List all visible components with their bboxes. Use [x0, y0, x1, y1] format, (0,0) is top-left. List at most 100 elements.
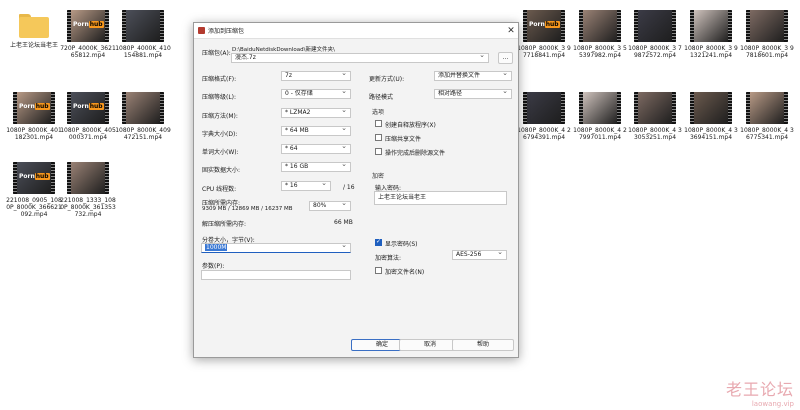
- video-file[interactable]: 1080P_8000K_4 33694151.mp4: [683, 92, 739, 141]
- video-thumbnail-icon: [634, 10, 676, 42]
- file-name: 1080P_8000K_4 36775341.mp4: [740, 127, 794, 141]
- video-file[interactable]: Pornhub 1080P_8000K_405000371.mp4: [60, 92, 116, 141]
- pathmode-select[interactable]: 相对路径: [434, 89, 512, 99]
- show-password-checkbox[interactable]: [375, 238, 382, 246]
- site-logo-icon: Pornhub: [73, 21, 104, 28]
- file-name: 1080P_8000K_405000371.mp4: [60, 127, 116, 141]
- video-thumbnail-icon: Pornhub: [13, 162, 55, 194]
- method-select[interactable]: * LZMA2: [281, 108, 351, 118]
- video-file[interactable]: Pornhub 221008_0905_1080P_8000K_366621092…: [6, 162, 62, 218]
- file-name: 1080P_8000K_3 97818601.mp4: [740, 45, 794, 59]
- mem-detail: 9309 MB / 12869 MB / 16237 MB: [202, 206, 293, 212]
- solid-label: 固实数据大小:: [202, 167, 241, 174]
- close-icon[interactable]: ✕: [504, 26, 518, 36]
- shared-checkbox[interactable]: [375, 134, 382, 141]
- cpu-max: / 16: [343, 184, 355, 191]
- 7zip-app-icon: [198, 27, 205, 34]
- site-logo-icon: Pornhub: [19, 103, 50, 110]
- video-file[interactable]: 1080P_8000K_3 79872572.mp4: [627, 10, 683, 59]
- video-thumbnail-icon: Pornhub: [523, 10, 565, 42]
- video-file[interactable]: 1080P_4000K_410154881.mp4: [115, 10, 171, 59]
- enc-method-select[interactable]: AES-256: [452, 250, 507, 260]
- folder-icon: [19, 14, 49, 38]
- solid-select[interactable]: * 16 GB: [281, 162, 351, 172]
- split-size-combo[interactable]: 1000M: [201, 243, 351, 253]
- file-name: 1080P_8000K_3 97718841.mp4: [517, 45, 571, 59]
- shared-label: 压缩共享文件: [385, 136, 422, 143]
- format-label: 压缩格式(F):: [202, 76, 237, 83]
- delete-after-label: 操作完成后删除源文件: [385, 150, 446, 157]
- params-input[interactable]: [201, 270, 351, 280]
- decomp-value: 66 MB: [334, 219, 353, 226]
- encrypt-names-checkbox[interactable]: [375, 267, 382, 274]
- file-name: 1080P_8000K_401182301.mp4: [6, 127, 62, 141]
- cpu-select[interactable]: * 16: [281, 181, 331, 191]
- file-name: 1080P_8000K_4 33053251.mp4: [628, 127, 682, 141]
- video-thumbnail-icon: [634, 92, 676, 124]
- video-file[interactable]: 221008_1333_1080P_8000K_361353732.mp4: [60, 162, 116, 218]
- sfx-checkbox[interactable]: [375, 120, 382, 127]
- video-thumbnail-icon: [746, 10, 788, 42]
- options-group-title: 选项: [372, 109, 385, 116]
- video-file[interactable]: 1080P_8000K_4 26794391.mp4: [516, 92, 572, 141]
- file-name: 1080P_8000K_3 79872572.mp4: [628, 45, 682, 59]
- help-button[interactable]: 帮助: [452, 339, 514, 351]
- site-logo-icon: Pornhub: [19, 173, 50, 180]
- video-thumbnail-icon: [579, 10, 621, 42]
- pathmode-label: 路径模式: [369, 94, 394, 101]
- params-label: 参数(P):: [202, 263, 225, 270]
- video-file[interactable]: Pornhub 1080P_8000K_3 97718841.mp4: [516, 10, 572, 59]
- enc-method-label: 加密算法:: [375, 255, 402, 262]
- site-logo-icon: Pornhub: [73, 103, 104, 110]
- dict-label: 字典大小(D):: [202, 131, 238, 138]
- dialog-titlebar[interactable]: 添加到压缩包 ✕: [194, 23, 518, 39]
- encrypt-names-label: 加密文件名(N): [385, 269, 425, 276]
- file-name: 1080P_4000K_410154881.mp4: [115, 45, 171, 59]
- mem-percent-select[interactable]: 80%: [309, 201, 351, 211]
- video-file[interactable]: 1080P_8000K_4 36775341.mp4: [739, 92, 795, 141]
- video-thumbnail-icon: [746, 92, 788, 124]
- show-password-label: 显示密码(S): [385, 241, 418, 248]
- video-file[interactable]: Pornhub 1080P_8000K_401182301.mp4: [6, 92, 62, 141]
- browse-button[interactable]: ...: [498, 52, 513, 64]
- file-name: 1080P_8000K_4 26794391.mp4: [517, 127, 571, 141]
- desktop-folder[interactable]: 上老王论坛当老王: [6, 10, 62, 49]
- file-name: 1080P_8000K_409472151.mp4: [115, 127, 171, 141]
- video-file[interactable]: 1080P_8000K_3 97818601.mp4: [739, 10, 795, 59]
- word-label: 单词大小(W):: [202, 149, 239, 156]
- video-thumbnail-icon: [523, 92, 565, 124]
- archive-name-combo[interactable]: 漫杰.7z: [231, 53, 489, 63]
- archive-label: 压缩包(A):: [202, 50, 231, 57]
- file-name: 720P_4000K_362165812.mp4: [60, 45, 116, 59]
- video-thumbnail-icon: Pornhub: [67, 92, 109, 124]
- file-name: 1080P_8000K_4 33694151.mp4: [684, 127, 738, 141]
- level-label: 压缩等级(L):: [202, 94, 237, 101]
- file-name: 1080P_8000K_3 91321241.mp4: [684, 45, 738, 59]
- file-name: 221008_1333_1080P_8000K_361353732.mp4: [60, 197, 116, 218]
- format-select[interactable]: 7z: [281, 71, 351, 81]
- method-label: 压缩方法(M):: [202, 113, 238, 120]
- video-file[interactable]: 1080P_8000K_3 91321241.mp4: [683, 10, 739, 59]
- encryption-group-title: 加密: [372, 173, 385, 180]
- video-file[interactable]: 1080P_8000K_409472151.mp4: [115, 92, 171, 141]
- video-file[interactable]: 1080P_8000K_4 33053251.mp4: [627, 92, 683, 141]
- dict-select[interactable]: * 64 MB: [281, 126, 351, 136]
- video-thumbnail-icon: [67, 162, 109, 194]
- video-file[interactable]: Pornhub 720P_4000K_362165812.mp4: [60, 10, 116, 59]
- video-thumbnail-icon: [122, 92, 164, 124]
- video-thumbnail-icon: Pornhub: [67, 10, 109, 42]
- video-thumbnail-icon: [690, 10, 732, 42]
- video-file[interactable]: 1080P_8000K_3 55397982.mp4: [572, 10, 628, 59]
- password-input[interactable]: 上老王论坛当老王: [374, 191, 507, 205]
- file-name: 1080P_8000K_4 27997011.mp4: [573, 127, 627, 141]
- sfx-label: 创建自释放程序(X): [385, 122, 436, 129]
- file-name: 上老王论坛当老王: [9, 42, 58, 49]
- decomp-label: 解压缩所需内存:: [202, 221, 247, 228]
- site-logo-icon: Pornhub: [529, 21, 560, 28]
- add-to-archive-dialog: 添加到压缩包 ✕ 压缩包(A): D:\BaiduNetdiskDownload…: [193, 22, 519, 358]
- update-select[interactable]: 添加并替换文件: [434, 71, 512, 81]
- video-file[interactable]: 1080P_8000K_4 27997011.mp4: [572, 92, 628, 141]
- word-select[interactable]: * 64: [281, 144, 351, 154]
- delete-after-checkbox[interactable]: [375, 148, 382, 155]
- level-select[interactable]: 0 - 仅存储: [281, 89, 351, 99]
